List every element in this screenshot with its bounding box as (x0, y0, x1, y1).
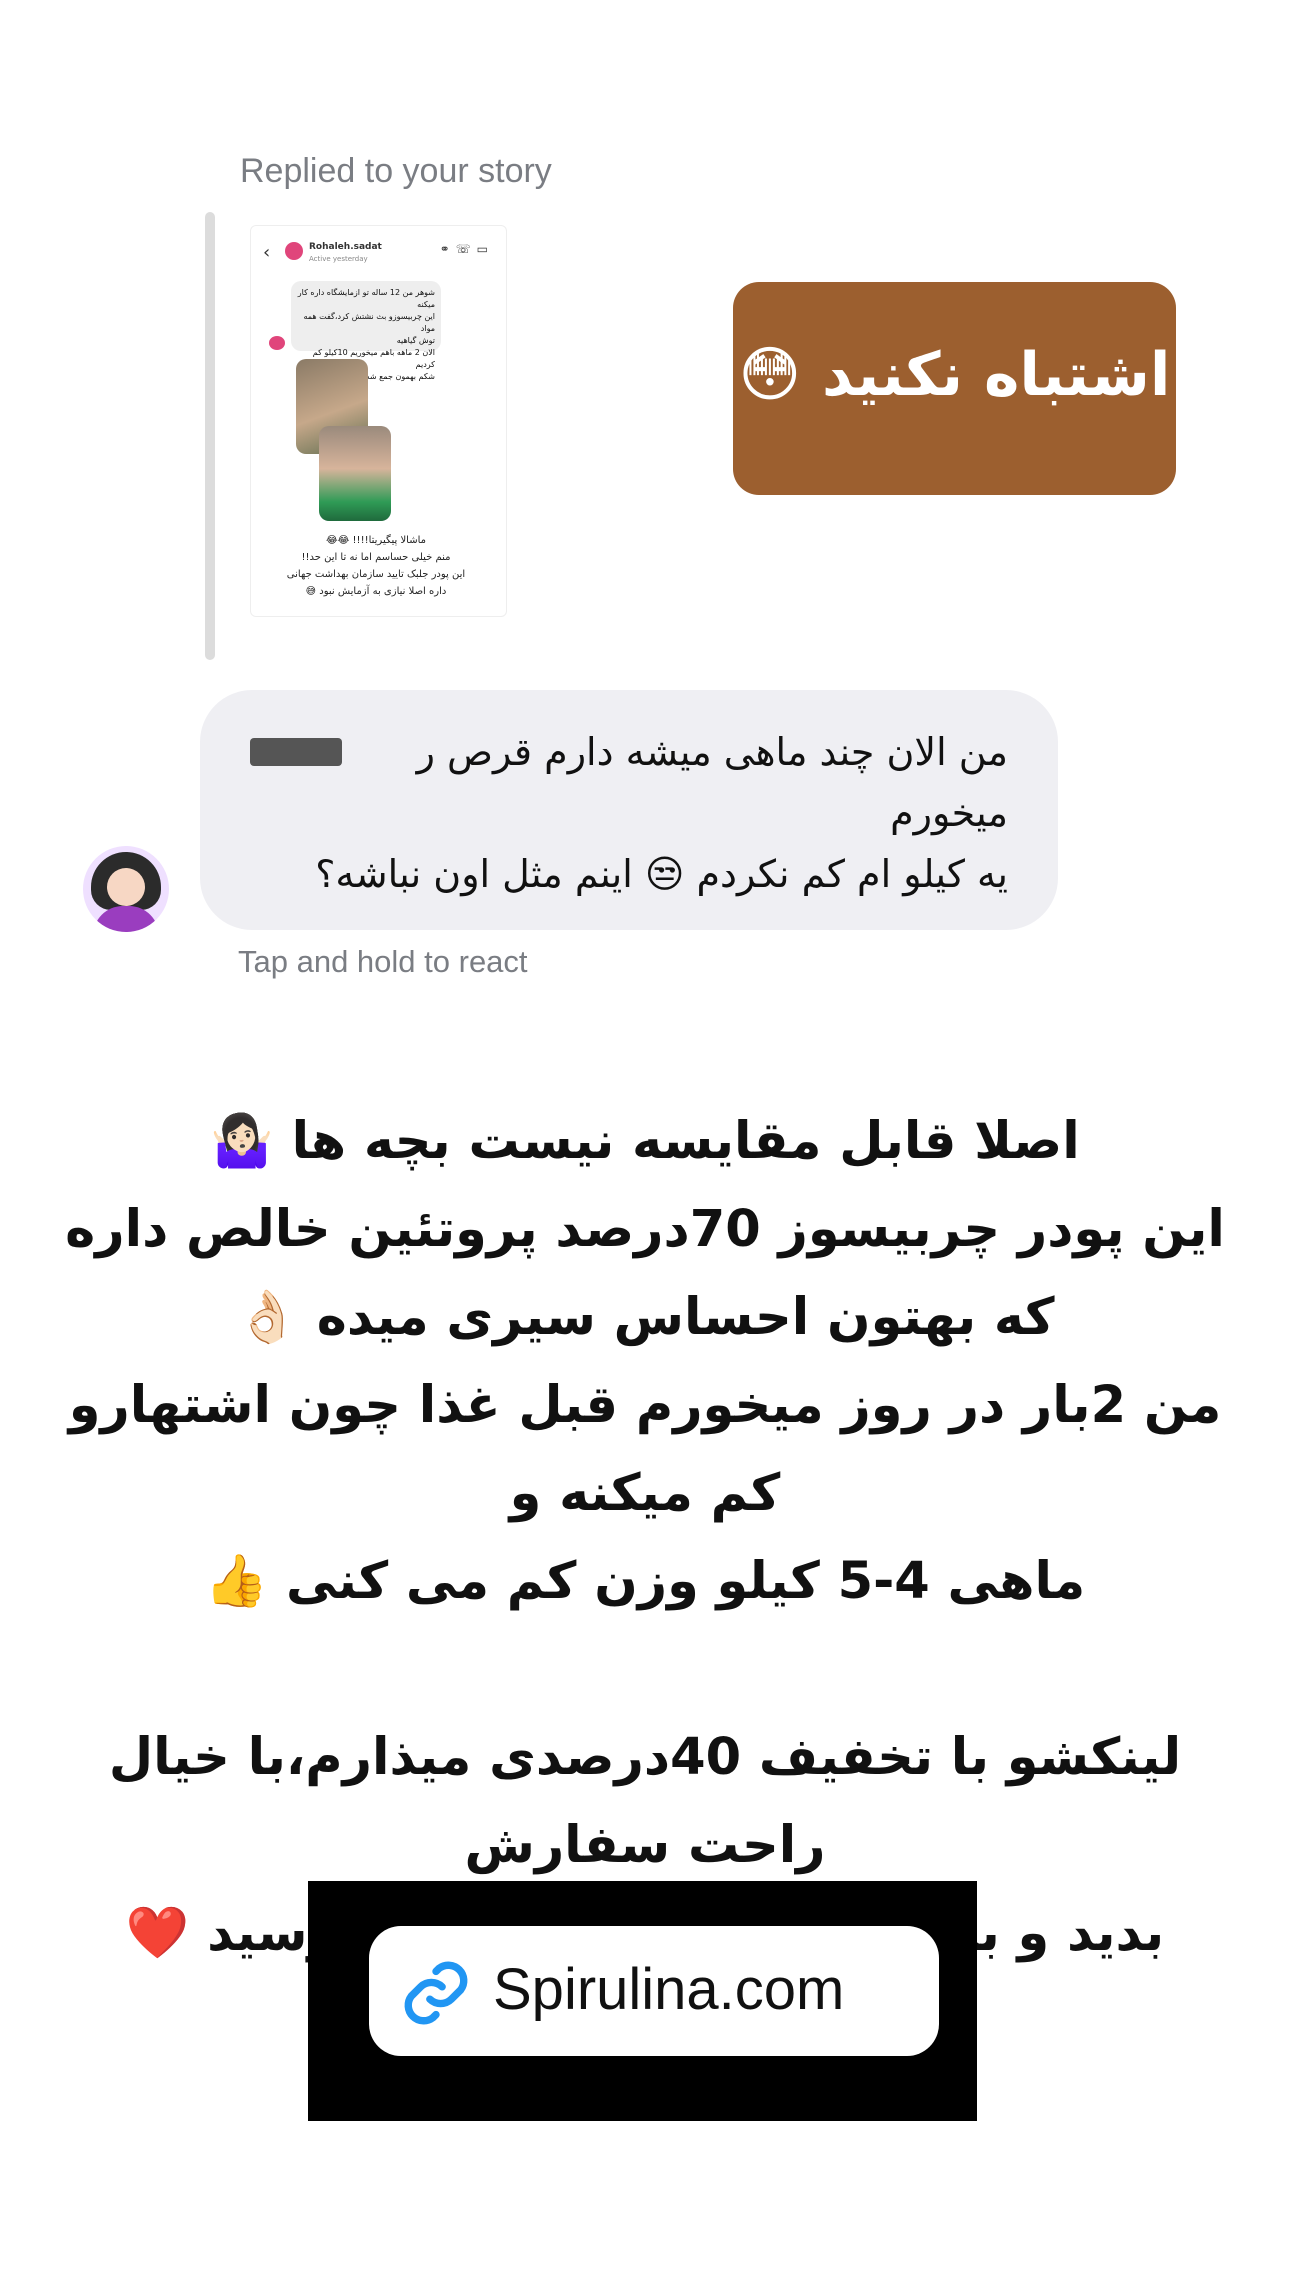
promo-line-3: که بهتون احساس سیری میده 👌🏻 (235, 1288, 1055, 1347)
thumbnail-username: Rohaleh.sadat (309, 242, 382, 252)
thumbnail-photo-2 (319, 426, 391, 521)
thumbnail-status: Active yesterday (309, 255, 368, 263)
thumbnail-message-line: این چربیسوزو بث نشتش کرد،گفت همه مواد (303, 312, 435, 333)
thumbnail-reply-line: ماشالا پیگیریتا!!!! 😂😂 (326, 535, 426, 546)
call-icons: ⚭☏▭ (439, 242, 494, 256)
avatar-body (93, 906, 159, 932)
thumbnail-reply-line: منم خیلی حساسم اما نه تا این حد!! (301, 552, 451, 563)
promo-text: اصلا قابل مقایسه نیست بچه ها 🤷🏻‍♀️ این پ… (40, 1098, 1250, 1978)
promo-line-2: این پودر چربیسوز 70درصد پروتئین خالص دار… (65, 1200, 1225, 1259)
link-label: Spirulina.com (493, 1957, 845, 2022)
thumbnail-reply-line: این پودر جلبک تایید سازمان بهداشت جهانی (286, 569, 466, 580)
thumbnail-avatar (285, 242, 303, 260)
replied-to-story-label: Replied to your story (240, 152, 552, 190)
message-bubble[interactable]: من الان چند ماهی میشه دارم قرص ر میخورم … (200, 690, 1058, 930)
sender-avatar[interactable] (83, 846, 169, 932)
message-line-1: من الان چند ماهی میشه دارم قرص ر (416, 730, 1008, 774)
react-hint: Tap and hold to react (238, 944, 528, 979)
thumbnail-header: ‹ Rohaleh.sadat Active yesterday ⚭☏▭ (263, 240, 496, 274)
link-sticker-frame: Spirulina.com (308, 1881, 977, 2121)
censor-scribble (250, 738, 342, 766)
heart-icon (269, 336, 285, 350)
message-line-3: یه کیلو ام کم نکردم 😒 اینم مثل اون نباشه… (315, 852, 1008, 896)
thumbnail-reply-text: ماشالا پیگیریتا!!!! 😂😂 منم خیلی حساسم ام… (261, 532, 491, 600)
sticker-text: اشتباه نکنید 😳 (738, 340, 1171, 410)
promo-line-6: لینکشو با تخفیف 40درصدی میذارم،با خیال ر… (108, 1728, 1182, 1875)
story-thumbnail[interactable]: ‹ Rohaleh.sadat Active yesterday ⚭☏▭ شوه… (250, 225, 507, 617)
promo-spacer (40, 1626, 1250, 1714)
message-text: من الان چند ماهی میشه دارم قرص ر میخورم … (238, 722, 1008, 905)
caption-sticker: اشتباه نکنید 😳 (733, 282, 1176, 495)
thumbnail-message-line: شوهر من 12 ساله تو ازمایشگاه داره کار می… (297, 288, 435, 309)
thumbnail-message: شوهر من 12 ساله تو ازمایشگاه داره کار می… (291, 281, 441, 381)
thumbnail-message-line: توش گیاهیه (396, 336, 435, 345)
back-chevron-icon: ‹ (263, 242, 271, 263)
promo-line-1: اصلا قابل مقایسه نیست بچه ها 🤷🏻‍♀️ (210, 1112, 1080, 1171)
reply-quote-bar (205, 212, 215, 660)
promo-line-5: ماهی 4-5 کیلو وزن کم می کنی 👍 (204, 1552, 1086, 1611)
link-sticker[interactable]: Spirulina.com (369, 1926, 939, 2056)
link-icon (404, 1961, 468, 2025)
thumbnail-reply-line: داره اصلا نیازی به آزمایش نبود 😅 (305, 586, 447, 597)
promo-line-4: من 2بار در روز میخورم قبل غذا چون اشتهار… (68, 1376, 1222, 1523)
avatar-face (107, 868, 145, 906)
message-line-2: میخورم (890, 791, 1008, 835)
